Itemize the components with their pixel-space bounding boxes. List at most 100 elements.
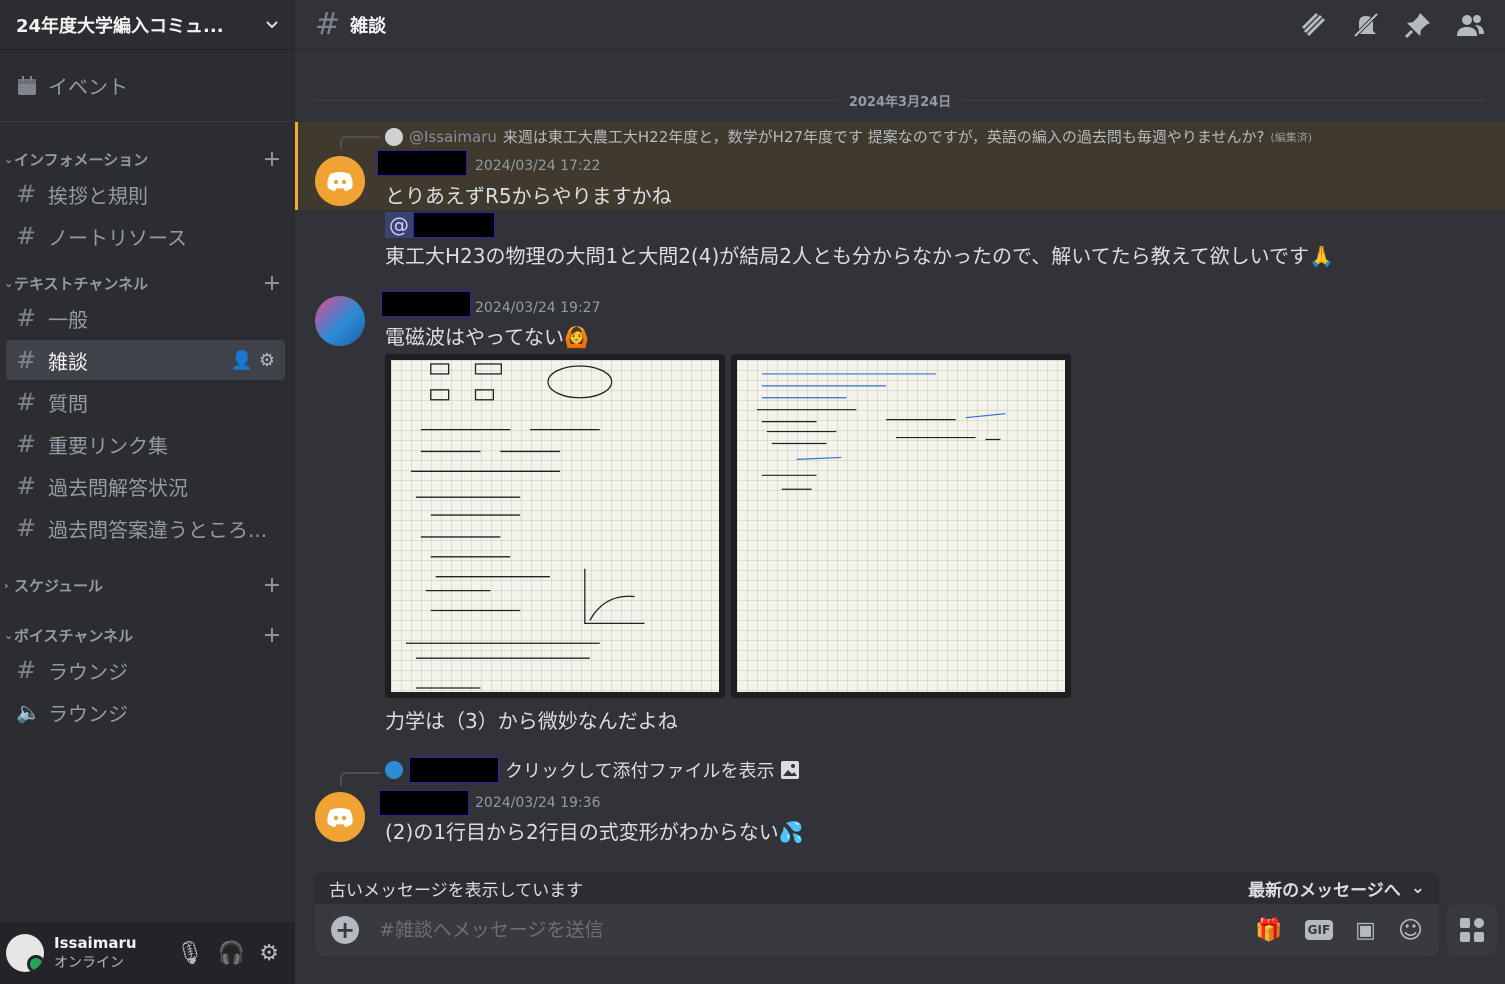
jump-to-present-button[interactable]: 最新のメッセージへ ⌄ xyxy=(1248,876,1425,901)
category-information[interactable]: ⌄ インフォメーション + xyxy=(0,146,295,172)
author-name-redacted[interactable] xyxy=(377,150,467,176)
jump-label: 最新のメッセージへ xyxy=(1248,880,1401,901)
category-text-channels[interactable]: ⌄ テキストチャンネル + xyxy=(0,270,295,296)
events-label: イベント xyxy=(48,75,128,99)
events-item[interactable]: イベント xyxy=(0,50,295,122)
author-avatar[interactable] xyxy=(315,156,365,206)
channel-sidebar: 24年度大学編入コミュ... イベント ⌄ インフォメーション + # 挨拶と規則… xyxy=(0,0,295,984)
add-channel-icon[interactable]: + xyxy=(257,623,287,648)
invite-icon[interactable]: 👤 xyxy=(230,350,252,371)
image-icon xyxy=(781,761,800,779)
add-attachment-button[interactable]: + xyxy=(331,916,359,944)
message-text: (2)の1行目から2行目の式変形がわからない💦 xyxy=(385,820,804,844)
reply-preview[interactable]: @Issaimaru 来週は東工大農工大H22年度と，数学がH27年度です 提案… xyxy=(385,126,1312,147)
message-text: とりあえずR5からやりますかね xyxy=(385,184,672,208)
server-name: 24年度大学編入コミュ... xyxy=(16,15,224,37)
channel-label: ラウンジ xyxy=(48,701,128,726)
channel-title: 雑談 xyxy=(350,15,387,37)
old-messages-label: 古いメッセージを表示しています xyxy=(329,880,584,901)
settings-gear-icon[interactable]: ⚙ xyxy=(259,941,279,966)
attachment-image-notes-2[interactable] xyxy=(731,354,1071,698)
handwritten-notes-image xyxy=(405,363,645,689)
category-schedule[interactable]: › スケジュール + xyxy=(0,572,295,598)
caret-icon: ⌄ xyxy=(4,628,14,642)
discord-logo-icon xyxy=(327,808,353,827)
user-mention[interactable]: @ xyxy=(385,212,495,238)
channel-label: ノートリソース xyxy=(48,225,187,250)
channel-label: 質問 xyxy=(48,391,88,416)
author-avatar[interactable] xyxy=(315,792,365,842)
add-channel-icon[interactable]: + xyxy=(257,271,287,296)
channel-zatsudan[interactable]: # 雑談 👤 ⚙ xyxy=(6,340,285,380)
channel-general[interactable]: # 一般 xyxy=(6,298,285,338)
channel-note-resource[interactable]: # ノートリソース xyxy=(6,216,285,256)
channel-label: ラウンジ xyxy=(48,659,128,684)
channel-lounge-voice[interactable]: 🔈 ラウンジ xyxy=(6,692,285,732)
channel-lounge-text[interactable]: # ラウンジ xyxy=(6,650,285,690)
message-input[interactable] xyxy=(379,919,1256,941)
channel-label: 一般 xyxy=(48,307,88,332)
user-panel: Issaimaru オンライン 🎙 🎧 ⚙ xyxy=(0,922,295,984)
headphones-icon[interactable]: 🎧 xyxy=(218,941,245,966)
apps-button[interactable] xyxy=(1447,904,1497,956)
speaker-icon: 🔈 xyxy=(16,700,41,724)
caret-right-icon: › xyxy=(4,578,9,592)
reply-author-redacted xyxy=(409,757,499,783)
hash-icon: # xyxy=(315,7,341,42)
apps-icon xyxy=(1460,918,1484,942)
members-icon[interactable] xyxy=(1455,10,1485,40)
category-label: テキストチャンネル xyxy=(14,274,149,293)
notification-bell-muted-icon[interactable] xyxy=(1351,10,1381,40)
discord-logo-icon xyxy=(327,172,353,191)
reply-text: 来週は東工大農工大H22年度と，数学がH27年度です 提案なのですが，英語の編入… xyxy=(502,128,1265,146)
reply-text: クリックして添付ファイルを表示 xyxy=(505,761,775,782)
channel-aisatsu[interactable]: # 挨拶と規則 xyxy=(6,174,285,214)
message-timestamp: 2024/03/24 17:22 xyxy=(475,158,601,174)
threads-icon[interactable] xyxy=(1299,10,1329,40)
pin-icon[interactable] xyxy=(1403,10,1433,40)
channel-past-diff[interactable]: # 過去問答案違うところ... xyxy=(6,508,285,548)
reply-preview[interactable]: クリックして添付ファイルを表示 xyxy=(385,757,800,783)
discord-app: 24年度大学編入コミュ... イベント ⌄ インフォメーション + # 挨拶と規則… xyxy=(0,0,1505,984)
add-channel-icon[interactable]: + xyxy=(257,147,287,172)
gear-icon[interactable]: ⚙ xyxy=(259,350,275,371)
mention-at: @ xyxy=(385,212,413,238)
hash-icon: # xyxy=(16,472,37,500)
user-name: Issaimaru xyxy=(54,934,137,952)
mention-name-redacted xyxy=(413,212,495,238)
add-channel-icon[interactable]: + xyxy=(257,573,287,598)
caret-icon: ⌄ xyxy=(4,152,14,166)
hash-icon: # xyxy=(16,430,37,458)
chevron-down-icon xyxy=(266,20,278,28)
message-text: 東工大H23の物理の大問1と大問2(4)が結局2人とも分からなかったので、解いて… xyxy=(385,244,1334,268)
hash-icon: # xyxy=(16,514,37,542)
message-composer: + 🎁 GIF ▣ ☺ xyxy=(315,904,1439,956)
channel-questions[interactable]: # 質問 xyxy=(6,382,285,422)
hash-icon: # xyxy=(16,222,37,250)
author-name-redacted[interactable] xyxy=(381,291,471,317)
author-avatar[interactable] xyxy=(315,296,365,346)
attachment-image-notes-1[interactable] xyxy=(385,354,725,698)
gif-button[interactable]: GIF xyxy=(1304,920,1334,940)
reply-connector xyxy=(340,136,380,150)
sticker-icon[interactable]: ▣ xyxy=(1355,918,1376,943)
chat-area: # 雑談 2024年3月24日 @Issaimaru 来週は東工大農工大H22年… xyxy=(295,0,1505,984)
reply-connector xyxy=(340,772,380,786)
channel-links[interactable]: # 重要リンク集 xyxy=(6,424,285,464)
emoji-icon[interactable]: ☺ xyxy=(1398,916,1423,944)
message-text: 電磁波はやってない🙆 xyxy=(385,325,589,349)
gift-icon[interactable]: 🎁 xyxy=(1255,918,1282,943)
channel-past-status[interactable]: # 過去問解答状況 xyxy=(6,466,285,506)
old-messages-banner: 古いメッセージを表示しています 最新のメッセージへ ⌄ xyxy=(315,872,1439,904)
hash-icon: # xyxy=(16,656,37,684)
server-header[interactable]: 24年度大学編入コミュ... xyxy=(0,0,295,50)
category-voice[interactable]: ⌄ ボイスチャンネル + xyxy=(0,622,295,648)
user-avatar[interactable] xyxy=(6,934,44,972)
category-label: インフォメーション xyxy=(14,150,149,169)
reply-avatar xyxy=(385,127,403,146)
reply-edited: (編集済) xyxy=(1270,130,1313,144)
reply-mention[interactable]: @Issaimaru xyxy=(409,128,497,146)
author-name-redacted[interactable] xyxy=(379,790,469,816)
microphone-icon[interactable]: 🎙 xyxy=(176,941,204,966)
channel-label: 重要リンク集 xyxy=(48,433,168,458)
